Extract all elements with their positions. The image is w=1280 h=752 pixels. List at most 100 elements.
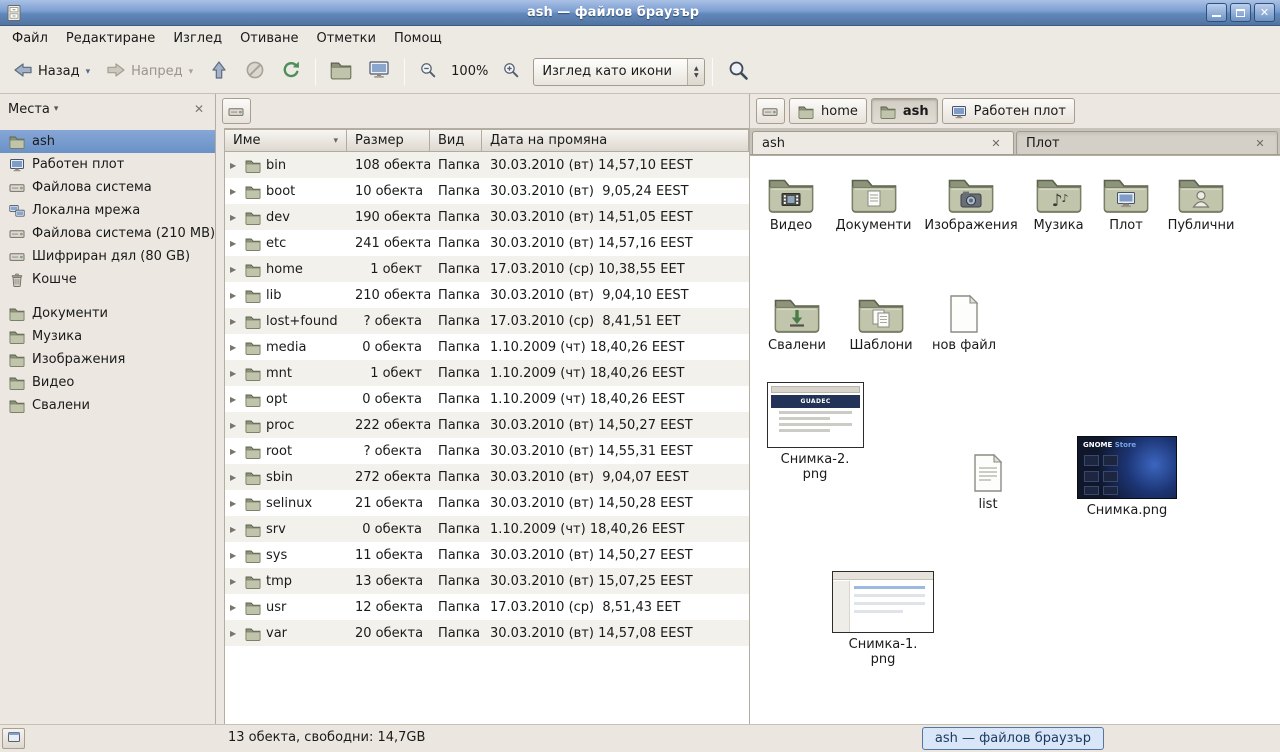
sidebar-item-1-4[interactable]: Свалени (0, 394, 215, 417)
expander-icon[interactable]: ▶ (230, 629, 241, 638)
tab-close-icon[interactable]: ✕ (988, 135, 1004, 151)
table-row-mnt[interactable]: ▶mnt1 обектПапка1.10.2009 (чт) 18,40,26 … (225, 360, 749, 386)
up-button[interactable] (202, 55, 236, 89)
table-row-media[interactable]: ▶media0 обектаПапка1.10.2009 (чт) 18,40,… (225, 334, 749, 360)
sidebar-item-1-3[interactable]: Видео (0, 371, 215, 394)
taskbar-window-button[interactable]: ash — файлов браузър (922, 727, 1104, 750)
pathbar-button-3[interactable]: Работен плот (942, 98, 1075, 124)
sidebar-item-1-1[interactable]: Музика (0, 325, 215, 348)
expander-icon[interactable]: ▶ (230, 213, 241, 222)
back-dropdown-icon[interactable]: ▾ (86, 67, 91, 77)
sidebar-item-0-5[interactable]: Шифриран дял (80 GB) (0, 245, 215, 268)
menu-item-3[interactable]: Изглед (164, 26, 231, 50)
expander-icon[interactable]: ▶ (230, 551, 241, 560)
expander-icon[interactable]: ▶ (230, 161, 241, 170)
expander-icon[interactable]: ▶ (230, 265, 241, 274)
column-header-size[interactable]: Размер (347, 129, 430, 152)
stop-button[interactable] (238, 55, 272, 89)
expander-icon[interactable]: ▶ (230, 603, 241, 612)
sidebar-item-0-4[interactable]: Файлова система (210 MB) (0, 222, 215, 245)
table-row-opt[interactable]: ▶opt0 обектаПапка1.10.2009 (чт) 18,40,26… (225, 386, 749, 412)
table-row-proc[interactable]: ▶proc222 обектаПапка30.03.2010 (вт) 14,5… (225, 412, 749, 438)
sidebar-item-0-6[interactable]: Кошче (0, 268, 215, 291)
maximize-button[interactable] (1230, 3, 1251, 22)
expander-icon[interactable]: ▶ (230, 473, 241, 482)
tab-2[interactable]: Плот✕ (1016, 131, 1278, 154)
back-button[interactable]: Назад ▾ (6, 55, 97, 89)
close-button[interactable]: ✕ (1254, 3, 1275, 22)
expander-icon[interactable]: ▶ (230, 447, 241, 456)
zoom-in-button[interactable] (495, 55, 527, 89)
sidebar-item-0-2[interactable]: Файлова система (0, 176, 215, 199)
expander-icon[interactable]: ▶ (230, 291, 241, 300)
table-row-sys[interactable]: ▶sys11 обектаПапка30.03.2010 (вт) 14,50,… (225, 542, 749, 568)
menu-item-5[interactable]: Отметки (307, 26, 384, 50)
file-icon-loose-2[interactable]: list (948, 451, 1028, 512)
table-row-root[interactable]: ▶root? обектаПапка30.03.2010 (вт) 14,55,… (225, 438, 749, 464)
pathbar-root-button[interactable] (222, 98, 251, 124)
sidebar-item-1-2[interactable]: Изображения (0, 348, 215, 371)
titlebar[interactable]: ash — файлов браузър ✕ (0, 0, 1280, 26)
table-row-tmp[interactable]: ▶tmp13 обектаПапка30.03.2010 (вт) 15,07,… (225, 568, 749, 594)
table-row-bin[interactable]: ▶bin108 обектаПапка30.03.2010 (вт) 14,57… (225, 152, 749, 178)
file-icon-loose-1[interactable]: GUADECСнимка-2. png (762, 382, 868, 482)
minimize-button[interactable] (1206, 3, 1227, 22)
expander-icon[interactable]: ▶ (230, 317, 241, 326)
table-row-usr[interactable]: ▶usr12 обектаПапка17.03.2010 (ср) 8,51,4… (225, 594, 749, 620)
folder-item-2[interactable]: Документи (826, 172, 921, 233)
search-button[interactable] (720, 55, 756, 89)
table-row-sbin[interactable]: ▶sbin272 обектаПапка30.03.2010 (вт) 9,04… (225, 464, 749, 490)
menu-item-1[interactable]: Файл (3, 26, 57, 50)
zoom-out-button[interactable] (412, 55, 444, 89)
table-row-selinux[interactable]: ▶selinux21 обектаПапка30.03.2010 (вт) 14… (225, 490, 749, 516)
folder-item-4[interactable]: ♪♪Музика (1021, 172, 1096, 233)
expander-icon[interactable]: ▶ (230, 395, 241, 404)
table-row-lib[interactable]: ▶lib210 обектаПапка30.03.2010 (вт) 9,04,… (225, 282, 749, 308)
expander-icon[interactable]: ▶ (230, 421, 241, 430)
forward-button[interactable]: Напред ▾ (99, 55, 200, 89)
tab-close-icon[interactable]: ✕ (1252, 135, 1268, 151)
expander-icon[interactable]: ▶ (230, 369, 241, 378)
folder-item-b-3[interactable]: нов файл (924, 292, 1004, 353)
sidebar-item-1-0[interactable]: Документи (0, 302, 215, 325)
expander-icon[interactable]: ▶ (230, 239, 241, 248)
menu-item-6[interactable]: Помощ (385, 26, 451, 50)
table-row-var[interactable]: ▶var20 обектаПапка30.03.2010 (вт) 14,57,… (225, 620, 749, 646)
sidebar-item-0-1[interactable]: Работен плот (0, 153, 215, 176)
sidebar-item-0-3[interactable]: Локална мрежа (0, 199, 215, 222)
view-mode-combobox[interactable]: Изглед като икони ▲▼ (533, 58, 705, 86)
expander-icon[interactable]: ▶ (230, 577, 241, 586)
expander-icon[interactable]: ▶ (230, 343, 241, 352)
menu-item-4[interactable]: Отиване (231, 26, 307, 50)
pathbar-filesystem-button[interactable] (756, 98, 785, 124)
column-header-date[interactable]: Дата на промяна (482, 129, 749, 152)
column-header-name[interactable]: Име ▾ (225, 129, 347, 152)
table-row-dev[interactable]: ▶dev190 обектаПапка30.03.2010 (вт) 14,51… (225, 204, 749, 230)
table-row-lost+found[interactable]: ▶lost+found? обектаПапка17.03.2010 (ср) … (225, 308, 749, 334)
home-button[interactable] (323, 55, 359, 89)
pathbar-button-1[interactable]: home (789, 98, 867, 124)
folder-item-5[interactable]: Плот (1096, 172, 1156, 233)
column-header-type[interactable]: Вид (430, 129, 482, 152)
sidebar-close-icon[interactable]: ✕ (191, 102, 207, 116)
expander-icon[interactable]: ▶ (230, 187, 241, 196)
computer-button[interactable] (361, 55, 397, 89)
sidebar-title[interactable]: Места (8, 102, 50, 117)
reload-button[interactable] (274, 55, 308, 89)
folder-item-6[interactable]: Публични (1156, 172, 1246, 233)
file-icon-loose-4[interactable]: Снимка-1. png (830, 571, 936, 667)
table-row-home[interactable]: ▶home1 обектПапка17.03.2010 (ср) 10,38,5… (225, 256, 749, 282)
expander-icon[interactable]: ▶ (230, 499, 241, 508)
folder-item-b-1[interactable]: Свалени (756, 292, 838, 353)
table-row-etc[interactable]: ▶etc241 обектаПапка30.03.2010 (вт) 14,57… (225, 230, 749, 256)
combo-stepper-icon[interactable]: ▲▼ (687, 59, 704, 85)
menu-item-2[interactable]: Редактиране (57, 26, 164, 50)
pathbar-button-2[interactable]: ash (871, 98, 938, 124)
folder-item-b-2[interactable]: Шаблони (838, 292, 924, 353)
sidebar-title-dropdown-icon[interactable]: ▾ (54, 104, 59, 114)
panel-mini-button[interactable] (2, 728, 25, 749)
file-icon-loose-3[interactable]: GNOME StoreСнимка.png (1072, 436, 1182, 518)
table-row-boot[interactable]: ▶boot10 обектаПапка30.03.2010 (вт) 9,05,… (225, 178, 749, 204)
expander-icon[interactable]: ▶ (230, 525, 241, 534)
tab-1[interactable]: ash✕ (752, 131, 1014, 154)
